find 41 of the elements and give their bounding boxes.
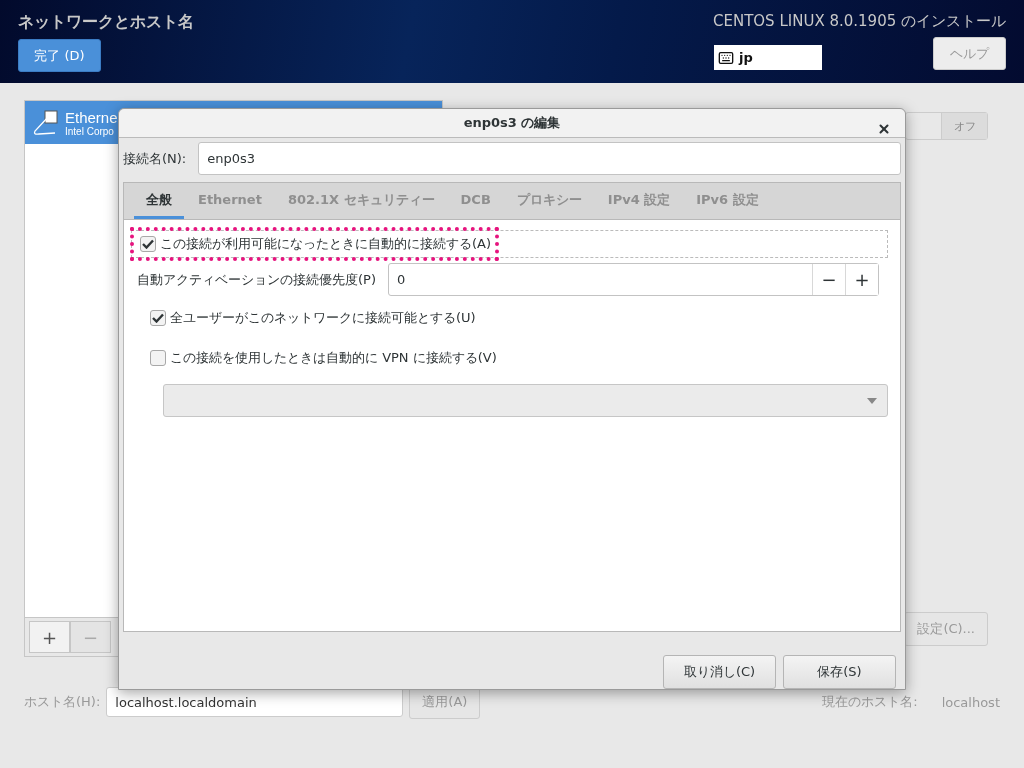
page-title: ネットワークとホスト名 bbox=[18, 12, 194, 33]
increment-button[interactable]: + bbox=[845, 264, 878, 295]
add-button[interactable]: + bbox=[29, 621, 70, 653]
tab[interactable]: IPv6 設定 bbox=[684, 183, 771, 219]
product-title: CENTOS LINUX 8.0.1905 のインストール bbox=[712, 12, 1006, 31]
tab[interactable]: DCB bbox=[448, 183, 503, 219]
current-hostname-label: 現在のホスト名: bbox=[822, 693, 918, 711]
checkbox-label: この接続を使用したときは自動的に VPN に接続する(V) bbox=[170, 349, 497, 367]
tab[interactable]: 全般 bbox=[134, 183, 184, 219]
network-cable-icon bbox=[31, 108, 59, 137]
help-button[interactable]: ヘルプ bbox=[933, 37, 1006, 70]
checkbox[interactable] bbox=[150, 350, 166, 366]
checkbox[interactable] bbox=[140, 236, 156, 252]
dialog-button[interactable]: 取り消し(C) bbox=[663, 655, 776, 689]
hostname-label: ホスト名(H): bbox=[24, 693, 101, 711]
dialog-button[interactable]: 保存(S) bbox=[783, 655, 896, 689]
checkbox[interactable] bbox=[150, 310, 166, 326]
priority-spinner[interactable]: 0 − + bbox=[388, 263, 879, 296]
close-icon[interactable] bbox=[877, 122, 891, 136]
layout-label: jp bbox=[739, 50, 753, 65]
checkbox-label: この接続が利用可能になったときに自動的に接続する(A) bbox=[160, 235, 492, 253]
connection-name-label: 接続名(N): bbox=[123, 149, 187, 168]
priority-label: 自動アクティベーションの接続優先度(P) bbox=[137, 270, 376, 289]
settings-button[interactable]: 設定(C)... bbox=[904, 612, 988, 646]
keyboard-layout-field[interactable]: jp bbox=[714, 45, 822, 70]
tab[interactable]: Ethernet bbox=[186, 183, 274, 219]
switch-knob: オフ bbox=[941, 113, 987, 139]
connection-name: Etherne bbox=[65, 108, 118, 126]
caret-icon bbox=[867, 398, 877, 404]
connection-detail: Intel Corpo bbox=[65, 125, 115, 137]
done-button[interactable]: 完了 (D) bbox=[18, 39, 101, 72]
connection-name-field[interactable]: enp0s3 bbox=[198, 142, 901, 175]
device-switch[interactable]: オフ bbox=[905, 112, 988, 140]
current-hostname: localhost bbox=[941, 694, 1000, 710]
keyboard-icon bbox=[718, 49, 734, 66]
tab[interactable]: 802.1X セキュリティー bbox=[275, 183, 447, 219]
tab[interactable]: IPv4 設定 bbox=[595, 183, 683, 219]
dialog-title: enp0s3 の編集 bbox=[463, 114, 561, 132]
checkbox-label: 全ユーザーがこのネットワークに接続可能とする(U) bbox=[170, 309, 476, 327]
tab[interactable]: プロキシー bbox=[504, 183, 594, 219]
priority-value: 0 bbox=[396, 271, 407, 289]
